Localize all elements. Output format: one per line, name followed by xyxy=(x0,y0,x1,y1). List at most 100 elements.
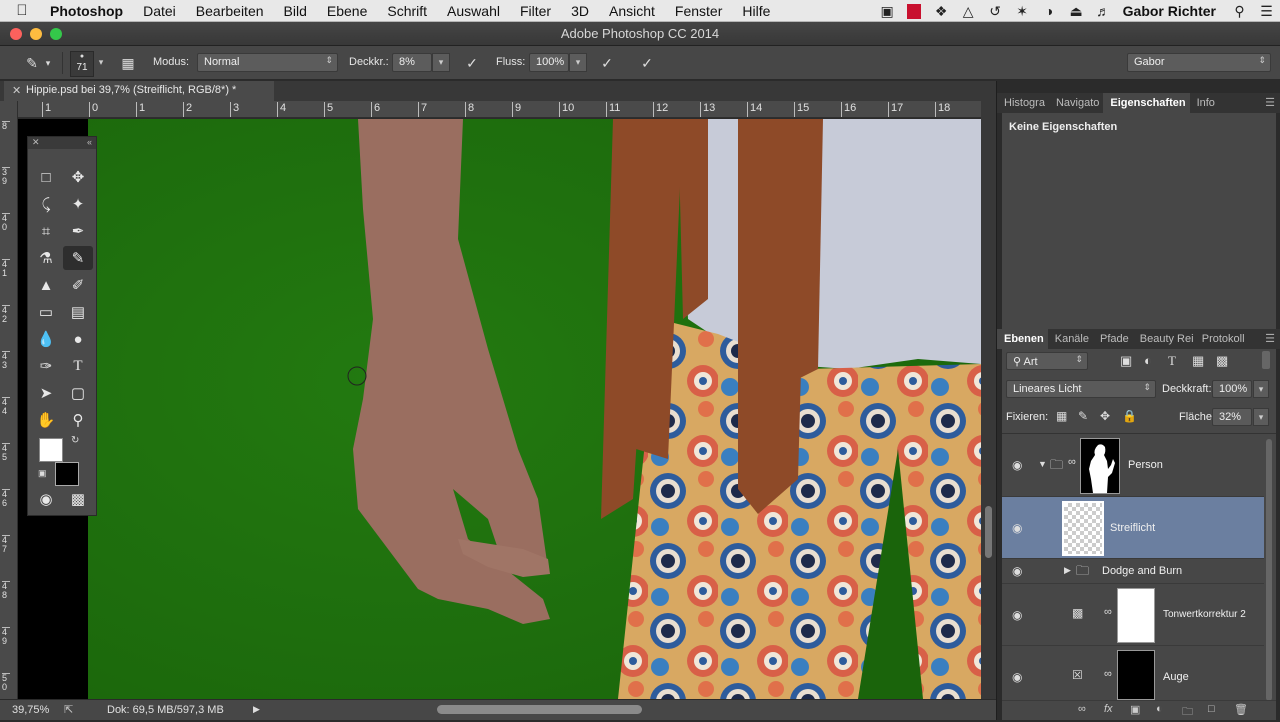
horizontal-ruler[interactable]: 1 0 1 2 3 4 5 6 7 8 9 10 11 12 13 14 15 16 17 18 xyxy=(18,101,981,118)
apple-menu-icon[interactable]:  xyxy=(0,2,44,19)
zoom-tool-icon[interactable]: ⚲ xyxy=(63,408,93,432)
new-group-icon[interactable]: 🗀 xyxy=(1182,703,1193,722)
blur-tool-icon[interactable]: 💧 xyxy=(31,327,61,351)
menu-fenster[interactable]: Fenster xyxy=(665,3,732,19)
tab-beauty-retouch[interactable]: Beauty Rei xyxy=(1133,329,1195,349)
gradient-tool-icon[interactable]: ▤ xyxy=(63,300,93,324)
brush-size-dropdown-icon[interactable]: ▾ xyxy=(95,54,107,72)
visibility-eye-icon[interactable]: ◉ xyxy=(1012,670,1022,684)
menu-hilfe[interactable]: Hilfe xyxy=(732,3,780,19)
layer-mask-thumbnail[interactable] xyxy=(1080,438,1120,494)
lock-pixels-icon[interactable]: ✎ xyxy=(1078,409,1088,423)
history-brush-tool-icon[interactable]: ✐ xyxy=(63,273,93,297)
menu-ebene[interactable]: Ebene xyxy=(317,3,377,19)
collapse-icon[interactable]: « xyxy=(87,137,92,147)
tab-paths[interactable]: Pfade xyxy=(1093,329,1133,349)
window-close-button[interactable] xyxy=(10,28,22,40)
user-name[interactable]: Gabor Richter xyxy=(1117,3,1226,19)
healing-brush-tool-icon[interactable]: ⚗ xyxy=(31,246,61,270)
camera-status-icon[interactable]: ▣ xyxy=(874,0,901,22)
tools-panel-header[interactable]: ✕ « xyxy=(28,137,96,149)
menu-bearbeiten[interactable]: Bearbeiten xyxy=(186,3,274,19)
fill-dropdown-icon[interactable]: ▾ xyxy=(1253,408,1269,426)
type-tool-icon[interactable]: T xyxy=(63,354,93,378)
lock-transparency-icon[interactable]: ▦ xyxy=(1056,409,1067,423)
quick-selection-tool-icon[interactable]: ✦ xyxy=(63,192,93,216)
brush-tool-icon[interactable]: ✎ xyxy=(63,246,93,270)
layer-filter-select[interactable]: ⚲ Art ⇕ xyxy=(1006,352,1088,370)
spotlight-search-icon[interactable]: ⚲ xyxy=(1226,0,1253,22)
airbrush-icon[interactable]: ✓ xyxy=(597,54,617,72)
pen-tool-icon[interactable]: ✑ xyxy=(31,354,61,378)
dropbox-icon[interactable]: ❖ xyxy=(928,0,955,22)
rectangle-tool-icon[interactable]: ▢ xyxy=(63,381,93,405)
layer-style-fx-icon[interactable]: fx xyxy=(1104,703,1113,715)
visibility-eye-icon[interactable]: ◉ xyxy=(1012,564,1022,578)
pressure-opacity-icon[interactable]: ✓ xyxy=(462,54,482,72)
wifi-icon[interactable]: ◑ xyxy=(1036,0,1063,22)
fill-input[interactable]: 32% xyxy=(1212,408,1252,426)
layer-opacity-dropdown-icon[interactable]: ▾ xyxy=(1253,380,1269,398)
hand-tool-icon[interactable]: ✋ xyxy=(31,408,61,432)
status-menu-arrow-icon[interactable]: ▶ xyxy=(253,704,260,715)
visibility-eye-icon[interactable]: ◉ xyxy=(1012,521,1022,535)
filter-smartobject-icon[interactable]: ▩ xyxy=(1216,353,1228,369)
visibility-eye-icon[interactable]: ◉ xyxy=(1012,608,1022,622)
vertical-scroll-thumb[interactable] xyxy=(985,506,992,558)
foreground-color-swatch[interactable] xyxy=(39,438,63,462)
menu-schrift[interactable]: Schrift xyxy=(377,3,437,19)
layer-name[interactable]: Streiflicht xyxy=(1110,522,1155,534)
panel-menu-icon[interactable]: ☰ xyxy=(1265,96,1275,109)
panel-menu-icon[interactable]: ☰ xyxy=(1265,332,1275,345)
opacity-dropdown-icon[interactable]: ▾ xyxy=(432,53,450,72)
trash-icon[interactable]: 🗑 xyxy=(1234,703,1248,716)
pressure-size-icon[interactable]: ✓ xyxy=(637,54,657,72)
dodge-tool-icon[interactable]: ● xyxy=(63,327,93,351)
document-canvas[interactable] xyxy=(18,119,981,699)
lasso-tool-icon[interactable]: ⤹ xyxy=(31,192,61,216)
layer-row-streiflicht[interactable]: ◉ Streiflicht xyxy=(1002,497,1264,559)
filter-pixel-icon[interactable]: ▣ xyxy=(1120,353,1132,369)
menu-datei[interactable]: Datei xyxy=(133,3,186,19)
tab-info[interactable]: Info xyxy=(1190,93,1219,113)
tab-properties[interactable]: Eigenschaften xyxy=(1103,93,1190,113)
filter-adjustment-icon[interactable]: ◐ xyxy=(1144,353,1152,368)
workspace-select[interactable]: Gabor ⇕ xyxy=(1127,53,1271,72)
layer-name[interactable]: Person xyxy=(1128,459,1163,471)
tab-navigator[interactable]: Navigato xyxy=(1049,93,1103,113)
marquee-tool-icon[interactable]: □ xyxy=(31,165,61,189)
link-icon[interactable]: ∞ xyxy=(1104,668,1112,680)
flow-dropdown-icon[interactable]: ▾ xyxy=(569,53,587,72)
close-tab-icon[interactable]: ✕ xyxy=(12,84,21,97)
layer-name[interactable]: Dodge and Burn xyxy=(1102,565,1182,577)
brush-panel-toggle-icon[interactable]: ▦ xyxy=(118,54,138,72)
opacity-input[interactable]: 8% xyxy=(392,53,432,72)
tab-history[interactable]: Protokoll xyxy=(1195,329,1249,349)
screen-mode-icon[interactable]: ▩ xyxy=(63,487,93,511)
brush-tool-preset-icon[interactable]: ✎ xyxy=(22,54,42,72)
background-color-swatch[interactable] xyxy=(55,462,79,486)
brush-size-picker[interactable]: ● 71 xyxy=(70,51,94,77)
notification-center-icon[interactable]: ☰ xyxy=(1253,0,1280,22)
vertical-ruler[interactable]: 8 39 40 41 42 43 44 45 46 47 48 49 50 xyxy=(0,101,18,699)
close-icon[interactable]: ✕ xyxy=(32,137,40,148)
group-expand-icon[interactable]: ▼ xyxy=(1038,459,1047,469)
layer-row-dodge-and-burn[interactable]: ◉ ▶ 🗀 Dodge and Burn xyxy=(1002,559,1264,584)
quick-mask-icon[interactable]: ◉ xyxy=(31,487,61,511)
menu-ansicht[interactable]: Ansicht xyxy=(599,3,665,19)
tab-histogram[interactable]: Histogra xyxy=(997,93,1049,113)
share-icon[interactable]: ⇱ xyxy=(64,703,73,716)
link-icon[interactable]: ∞ xyxy=(1068,456,1076,468)
layer-mask-thumbnail[interactable] xyxy=(1117,650,1155,700)
menu-filter[interactable]: Filter xyxy=(510,3,561,19)
volume-icon[interactable]: ♬ xyxy=(1090,0,1117,22)
menu-auswahl[interactable]: Auswahl xyxy=(437,3,510,19)
airplay-icon[interactable]: △ xyxy=(955,0,982,22)
clone-stamp-tool-icon[interactable]: ▲ xyxy=(31,273,61,297)
menu-photoshop[interactable]: Photoshop xyxy=(44,3,133,19)
filter-toggle-switch[interactable] xyxy=(1262,351,1270,369)
layer-row-auge[interactable]: ◉ ☒ ∞ Auge xyxy=(1002,646,1264,704)
layer-row-person[interactable]: ◉ ▼ 🗀 ∞ Person xyxy=(1002,434,1264,497)
layer-row-tonwertkorrektur[interactable]: ◉ ▩ ∞ Tonwertkorrektur 2 xyxy=(1002,584,1264,646)
add-mask-icon[interactable]: ▣ xyxy=(1130,703,1140,716)
